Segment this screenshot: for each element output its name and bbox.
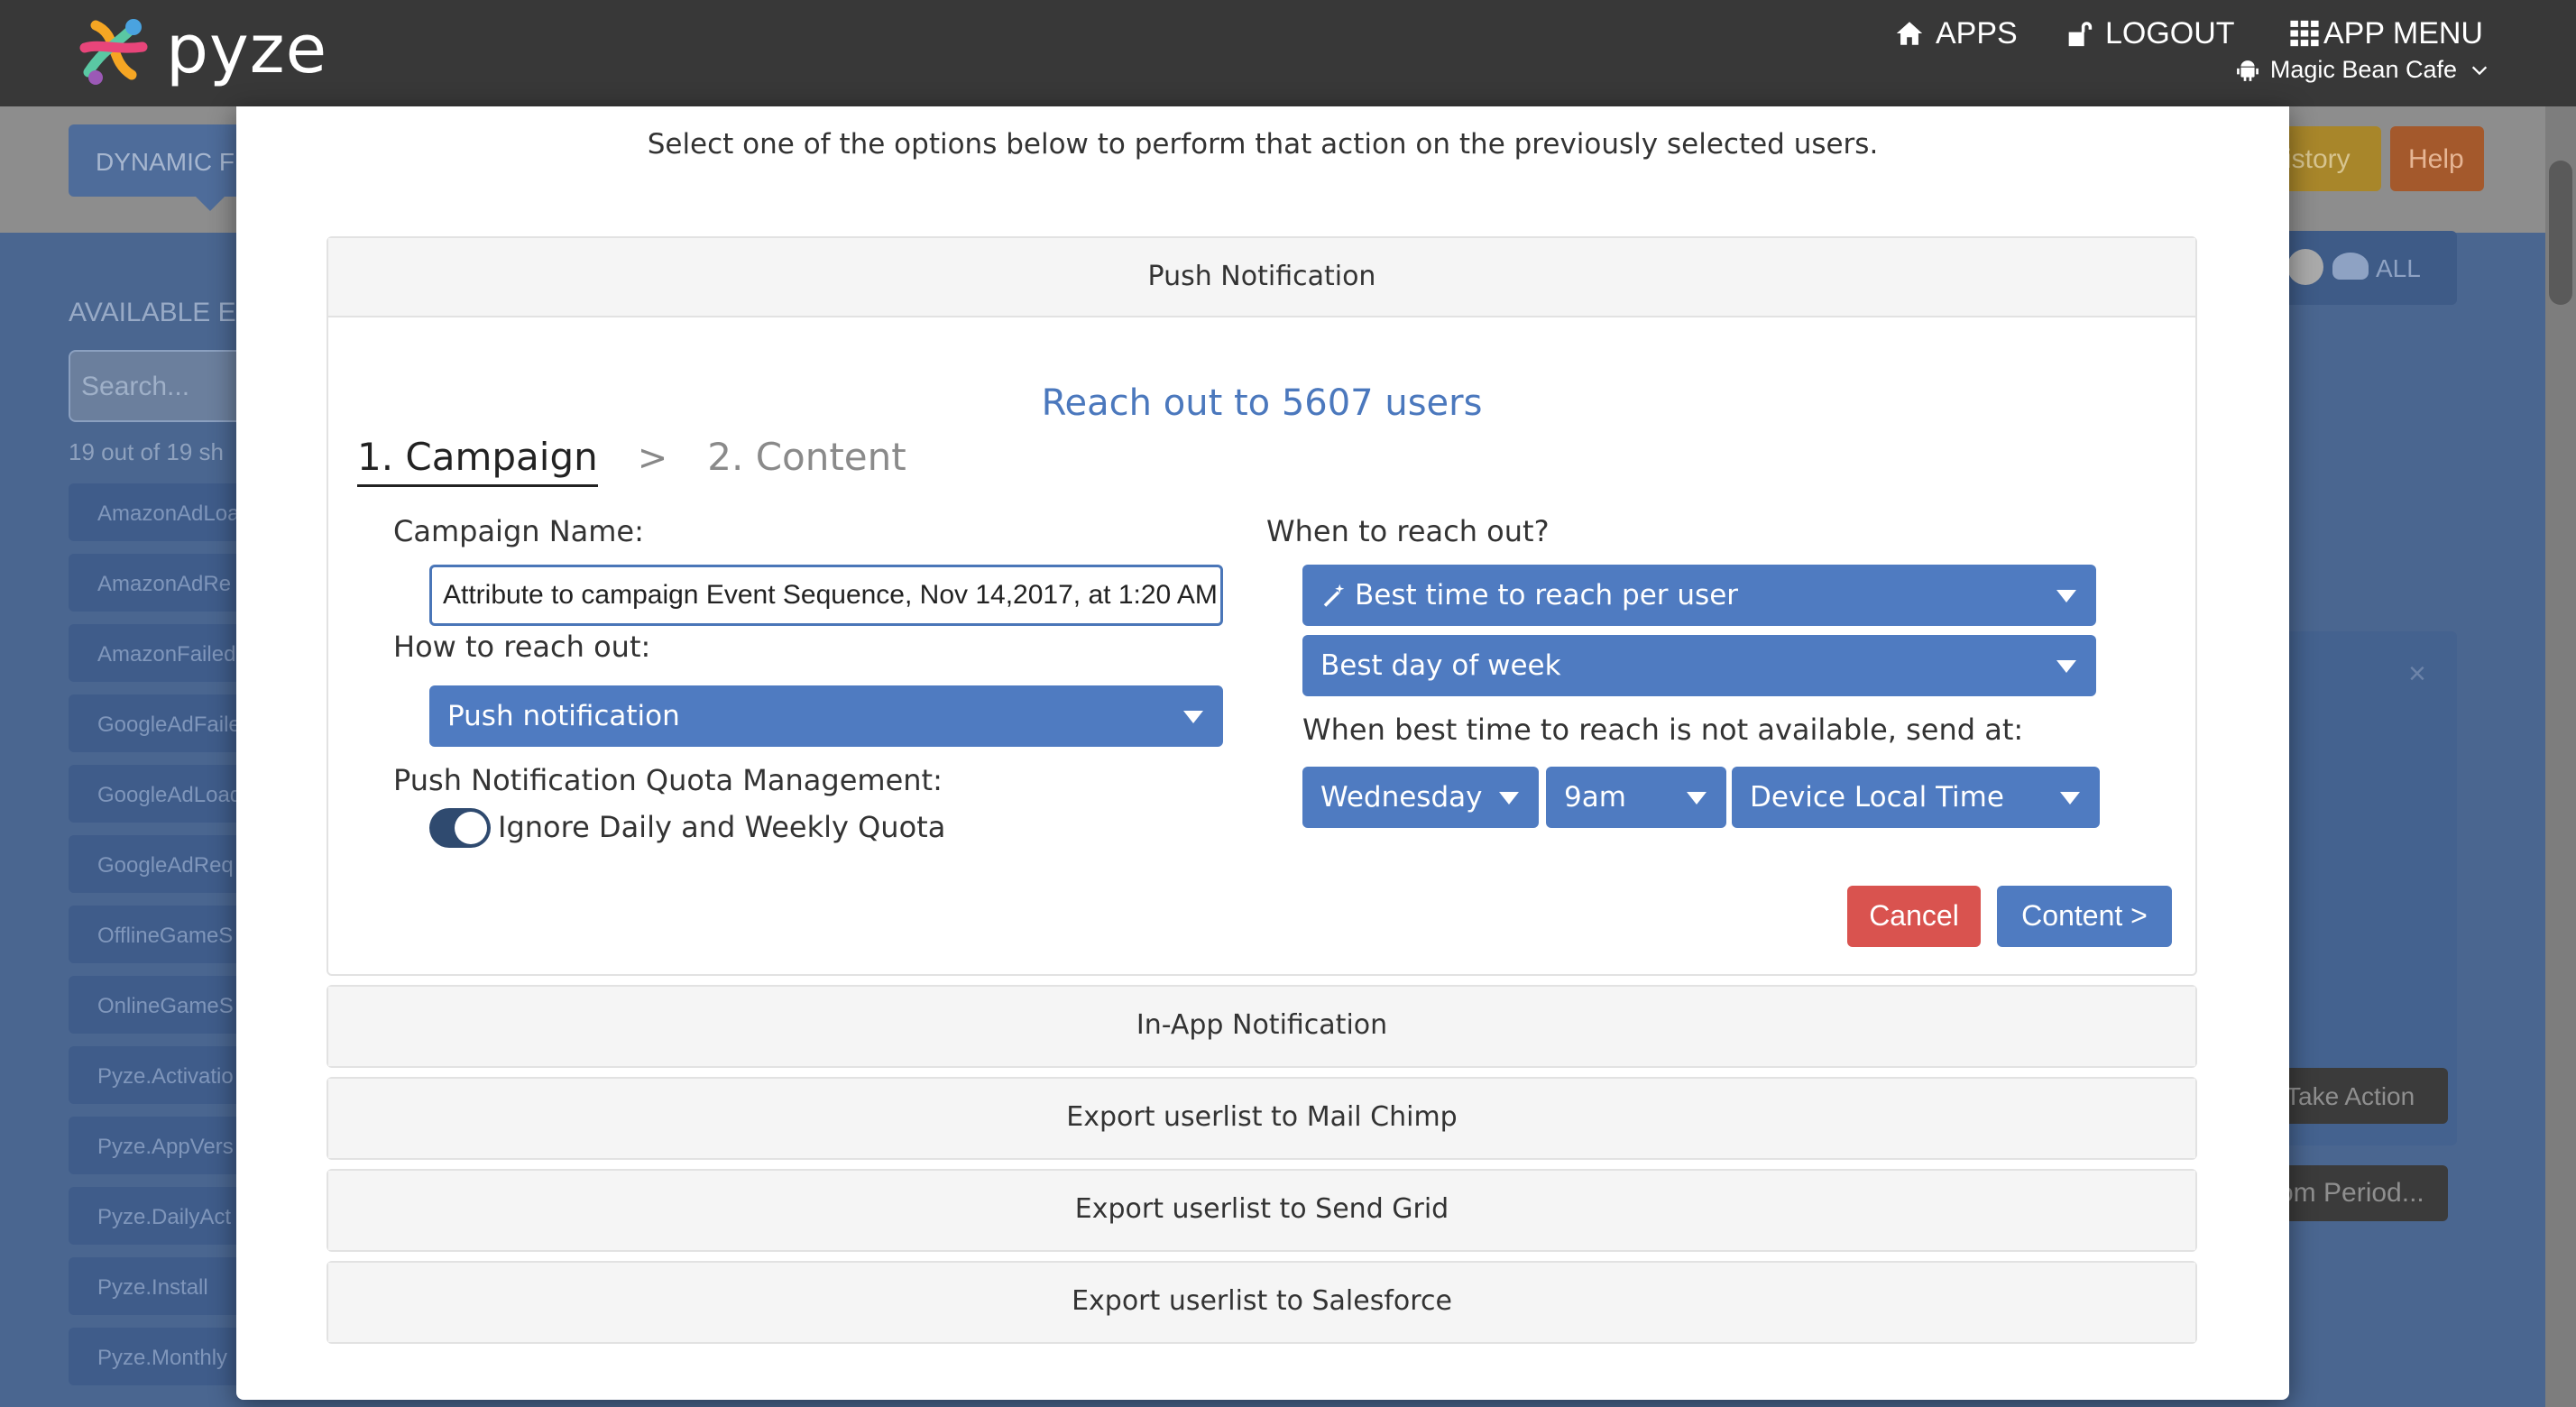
wizard-steps: 1. Campaign > 2. Content — [357, 435, 906, 487]
grid-icon — [2290, 20, 2319, 47]
export-sendgrid-panel[interactable]: Export userlist to Send Grid — [327, 1169, 2197, 1252]
reach-out-count: Reach out to 5607 users — [1041, 382, 1483, 424]
caret-down-icon — [2056, 590, 2076, 602]
in-app-notification-panel[interactable]: In-App Notification — [327, 985, 2197, 1068]
take-action-button[interactable]: Take Action — [2277, 1068, 2448, 1124]
apps-link[interactable]: APPS — [1894, 11, 2018, 56]
chevron-down-icon — [2471, 66, 2488, 75]
step-campaign[interactable]: 1. Campaign — [357, 435, 598, 487]
fallback-timezone-select[interactable]: Device Local Time — [1732, 767, 2100, 828]
content-next-button[interactable]: Content > — [1997, 886, 2172, 947]
export-salesforce-header[interactable]: Export userlist to Salesforce — [328, 1263, 2195, 1342]
apps-label: APPS — [1936, 15, 2018, 51]
in-app-notification-header[interactable]: In-App Notification — [328, 987, 2195, 1066]
fallback-label: When best time to reach is not available… — [1302, 713, 2024, 747]
app-menu-label: APP MENU — [2323, 15, 2483, 51]
toggle-knob — [2287, 249, 2323, 285]
events-search-input[interactable]: Search... — [69, 350, 249, 422]
ignore-quota-label: Ignore Daily and Weekly Quota — [498, 810, 946, 844]
android-icon — [2236, 60, 2259, 81]
ignore-quota-toggle[interactable] — [429, 808, 491, 848]
caret-down-icon — [1183, 711, 1203, 723]
export-mailchimp-header[interactable]: Export userlist to Mail Chimp — [328, 1079, 2195, 1158]
users-icon — [2332, 253, 2369, 280]
all-label: ALL — [2376, 254, 2421, 282]
export-sendgrid-header[interactable]: Export userlist to Send Grid — [328, 1171, 2195, 1250]
page-scrollbar[interactable] — [2545, 106, 2576, 1407]
home-icon — [1896, 22, 1923, 45]
scrollbar-thumb[interactable] — [2549, 161, 2572, 305]
events-count: 19 out of 19 sh — [69, 438, 225, 465]
fallback-day-select[interactable]: Wednesday — [1302, 767, 1539, 828]
export-mailchimp-panel[interactable]: Export userlist to Mail Chimp — [327, 1077, 2197, 1160]
app-menu-link[interactable]: APP MENU — [2289, 11, 2483, 56]
pyze-logo-icon — [79, 19, 148, 85]
fallback-timezone-value: Device Local Time — [1750, 781, 2004, 814]
caret-down-icon — [2060, 792, 2080, 805]
top-navbar: pyze APPS LOGOUT APP MENU Magic Bean Caf… — [0, 0, 2576, 106]
available-events-heading: AVAILABLE E — [69, 298, 236, 327]
step-content[interactable]: 2. Content — [707, 435, 906, 479]
modal-intro-text: Select one of the options below to perfo… — [647, 128, 1879, 161]
when-to-reach-label: When to reach out? — [1266, 514, 1550, 548]
export-salesforce-panel[interactable]: Export userlist to Salesforce — [327, 1261, 2197, 1344]
take-action-modal: Select one of the options below to perfo… — [236, 106, 2289, 1400]
best-day-select[interactable]: Best day of week — [1302, 635, 2096, 696]
reach-method-value: Push notification — [447, 700, 680, 732]
toggle-knob — [455, 812, 487, 844]
fallback-time-value: 9am — [1564, 781, 1626, 814]
caret-down-icon — [1687, 792, 1707, 805]
caret-down-icon — [1499, 792, 1519, 805]
reach-method-select[interactable]: Push notification — [429, 685, 1223, 747]
push-notification-panel: Push Notification Reach out to 5607 user… — [327, 236, 2197, 976]
help-button[interactable]: Help — [2390, 126, 2484, 191]
campaign-name-input[interactable]: Attribute to campaign Event Sequence, No… — [429, 565, 1223, 626]
app-selector[interactable]: Magic Bean Cafe — [2236, 56, 2489, 84]
best-day-value: Best day of week — [1320, 649, 1561, 682]
logo-text: pyze — [166, 11, 328, 88]
history-button[interactable]: istory — [2273, 126, 2381, 191]
how-to-reach-label: How to reach out: — [393, 630, 651, 664]
all-users-toggle[interactable]: ALL — [2282, 231, 2457, 305]
fallback-time-select[interactable]: 9am — [1546, 767, 1726, 828]
best-time-select[interactable]: Best time to reach per user — [1302, 565, 2096, 626]
pyze-logo[interactable]: pyze — [69, 7, 327, 97]
unlock-icon — [2068, 22, 2093, 47]
close-icon[interactable]: × — [2408, 657, 2426, 692]
period-button[interactable]: om Period... — [2277, 1165, 2448, 1221]
step-separator: > — [637, 437, 668, 479]
selected-app-name: Magic Bean Cafe — [2269, 56, 2457, 83]
tab-caret — [194, 195, 226, 211]
fallback-day-value: Wednesday — [1320, 781, 1483, 814]
logout-label: LOGOUT — [2105, 15, 2235, 51]
campaign-name-label: Campaign Name: — [393, 514, 644, 548]
magic-wand-icon — [1323, 584, 1345, 607]
cancel-button[interactable]: Cancel — [1847, 886, 1981, 947]
best-time-value: Best time to reach per user — [1355, 579, 1739, 612]
push-notification-header[interactable]: Push Notification — [328, 238, 2195, 317]
quota-management-label: Push Notification Quota Management: — [393, 763, 943, 797]
logout-link[interactable]: LOGOUT — [2064, 11, 2235, 56]
caret-down-icon — [2056, 660, 2076, 673]
